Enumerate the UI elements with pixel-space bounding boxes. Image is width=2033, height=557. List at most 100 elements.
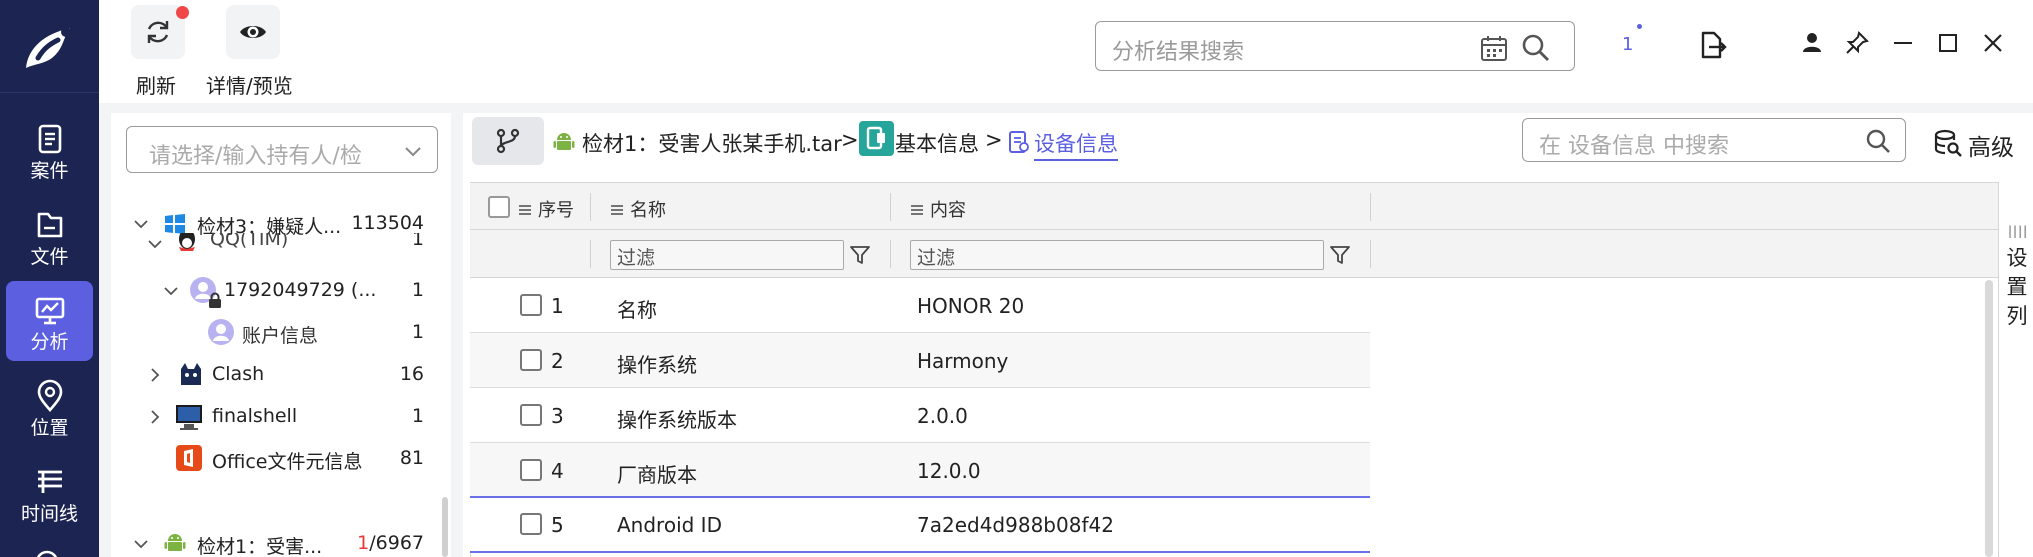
branch-button[interactable] [472, 117, 544, 165]
column-header-label: 序号 [538, 200, 574, 221]
lock-icon [209, 292, 221, 308]
tree-node-count-total: /6967 [369, 532, 424, 554]
notification-dot [1637, 24, 1642, 29]
tree-node-qq[interactable]: QQ(TIM) 1 [130, 233, 430, 255]
search-placeholder: 分析结果搜索 [1112, 40, 1245, 65]
tree-node-label: Clash [212, 363, 265, 385]
location-icon [37, 379, 63, 412]
pin-icon[interactable] [1844, 30, 1870, 56]
column-divider[interactable] [590, 193, 591, 221]
chevron-down-icon [134, 220, 148, 229]
table-row[interactable]: 3 操作系统版本 2.0.0 [470, 388, 1370, 443]
cell-value: Harmony [917, 349, 1009, 373]
breadcrumb-separator: > [985, 128, 1003, 152]
column-header-name[interactable]: 名称 [610, 196, 666, 222]
row-checkbox[interactable] [520, 404, 542, 426]
table-row[interactable]: 1 名称 HONOR 20 [470, 278, 1370, 333]
case-icon [38, 124, 62, 154]
set-columns-panel[interactable]: |||| 设置列 [1998, 182, 2033, 557]
tree-node-evidence-1[interactable]: 检材1：受害... 1/6967 [130, 527, 430, 557]
minimize-icon[interactable] [1890, 30, 1916, 56]
cell-value: 2.0.0 [917, 404, 968, 428]
office-icon [176, 445, 202, 471]
column-divider[interactable] [890, 193, 891, 221]
chevron-down-icon [164, 287, 178, 296]
row-checkbox[interactable] [520, 459, 542, 481]
tree-node-qq-account[interactable]: 1792049729 (... 1 [130, 274, 430, 308]
column-divider [1370, 240, 1371, 268]
filter-icon[interactable] [1328, 243, 1352, 267]
notification-count[interactable]: 1 [1622, 34, 1633, 55]
tree-node-account-info[interactable]: 账户信息 1 [130, 316, 430, 350]
row-checkbox[interactable] [520, 294, 542, 316]
breadcrumb-evidence[interactable]: 检材1：受害人张某手机.tar [582, 128, 842, 158]
advanced-search-button[interactable]: 高级 [1933, 126, 2023, 161]
refresh-badge [176, 6, 189, 19]
breadcrumb-separator: > [841, 128, 859, 152]
cell-name: 名称 [617, 298, 657, 322]
analysis-search-box[interactable]: 分析结果搜索 [1095, 21, 1575, 71]
tree-node-count: 1 [411, 279, 424, 301]
nav-item-case[interactable]: 案件 [6, 110, 93, 190]
chevron-down-icon [148, 240, 162, 249]
tree-scrollbar[interactable] [442, 497, 448, 557]
cell-name: Android ID [617, 513, 722, 537]
tree-node-label: finalshell [212, 405, 298, 427]
table-row-selected[interactable]: 5 Android ID 7a2ed4d988b08f42 [470, 498, 1370, 553]
nav-item-analysis[interactable]: 分析 [6, 281, 93, 361]
nav-item-timeline[interactable]: 时间线 [6, 453, 93, 533]
table-header: 序号 名称 内容 [470, 182, 1998, 230]
nav-item-location[interactable]: 位置 [6, 367, 93, 447]
cell-name: 操作系统版本 [617, 408, 737, 432]
timeline-icon [38, 470, 62, 493]
breadcrumb-basic-info[interactable]: 基本信息 [895, 128, 979, 158]
filter-icon[interactable] [848, 243, 872, 267]
table-row[interactable]: 4 厂商版本 12.0.0 [470, 443, 1370, 498]
calendar-icon[interactable] [1479, 33, 1509, 63]
column-header-label: 名称 [630, 200, 666, 221]
row-checkbox[interactable] [520, 513, 542, 535]
preview-button[interactable] [226, 5, 280, 59]
cell-name: 操作系统 [617, 353, 697, 377]
nav-rail: 案件 文件 分析 位置 时间线 [0, 0, 99, 557]
select-all-checkbox[interactable] [488, 196, 510, 218]
column-header-content[interactable]: 内容 [910, 196, 966, 222]
tree-node-finalshell[interactable]: finalshell 1 [130, 400, 430, 434]
table-row[interactable]: 2 操作系统 Harmony [470, 333, 1370, 388]
table-search-box[interactable]: 在 设备信息 中搜索 [1522, 118, 1906, 162]
tree-node-label: QQ(TIM) [210, 233, 289, 250]
tree-node-office[interactable]: Office文件元信息 81 [130, 442, 430, 476]
breadcrumb-device-info[interactable]: 设备信息 [1034, 128, 1118, 161]
column-header-no[interactable]: 序号 [518, 196, 574, 222]
chevron-right-icon [151, 368, 160, 382]
nav-item-file[interactable]: 文件 [6, 196, 93, 276]
content-filter-input[interactable]: 过滤 [910, 240, 1324, 270]
search-icon[interactable] [1865, 128, 1891, 154]
chevron-right-icon [151, 410, 160, 424]
rail-divider [0, 92, 99, 93]
cell-no: 5 [551, 513, 564, 537]
tree-node-count: 16 [399, 363, 424, 385]
search-icon[interactable] [1521, 33, 1551, 63]
tree-node-label: Office文件元信息 [212, 451, 363, 473]
tree-node-label: 1792049729 (... [224, 279, 377, 301]
cell-no: 3 [551, 404, 564, 428]
eye-icon [240, 26, 266, 38]
name-filter-input[interactable]: 过滤 [610, 240, 844, 270]
holder-select[interactable]: 请选择/输入持有人/检 [126, 126, 438, 173]
table-scrollbar[interactable] [1985, 280, 1993, 557]
column-divider[interactable] [1370, 193, 1371, 221]
chevron-down-icon [405, 147, 421, 157]
nav-label: 案件 [30, 160, 69, 182]
row-checkbox[interactable] [520, 349, 542, 371]
qq-penguin-icon [179, 233, 195, 251]
cell-no: 2 [551, 349, 564, 373]
tree-node-clash[interactable]: Clash 16 [130, 358, 430, 392]
user-icon[interactable] [1799, 30, 1825, 56]
android-icon [164, 534, 186, 551]
cell-no: 4 [551, 459, 564, 483]
export-file-icon[interactable] [1697, 30, 1727, 60]
close-icon[interactable] [1980, 30, 2006, 56]
basic-info-icon [859, 121, 894, 156]
maximize-icon[interactable] [1935, 30, 1961, 56]
